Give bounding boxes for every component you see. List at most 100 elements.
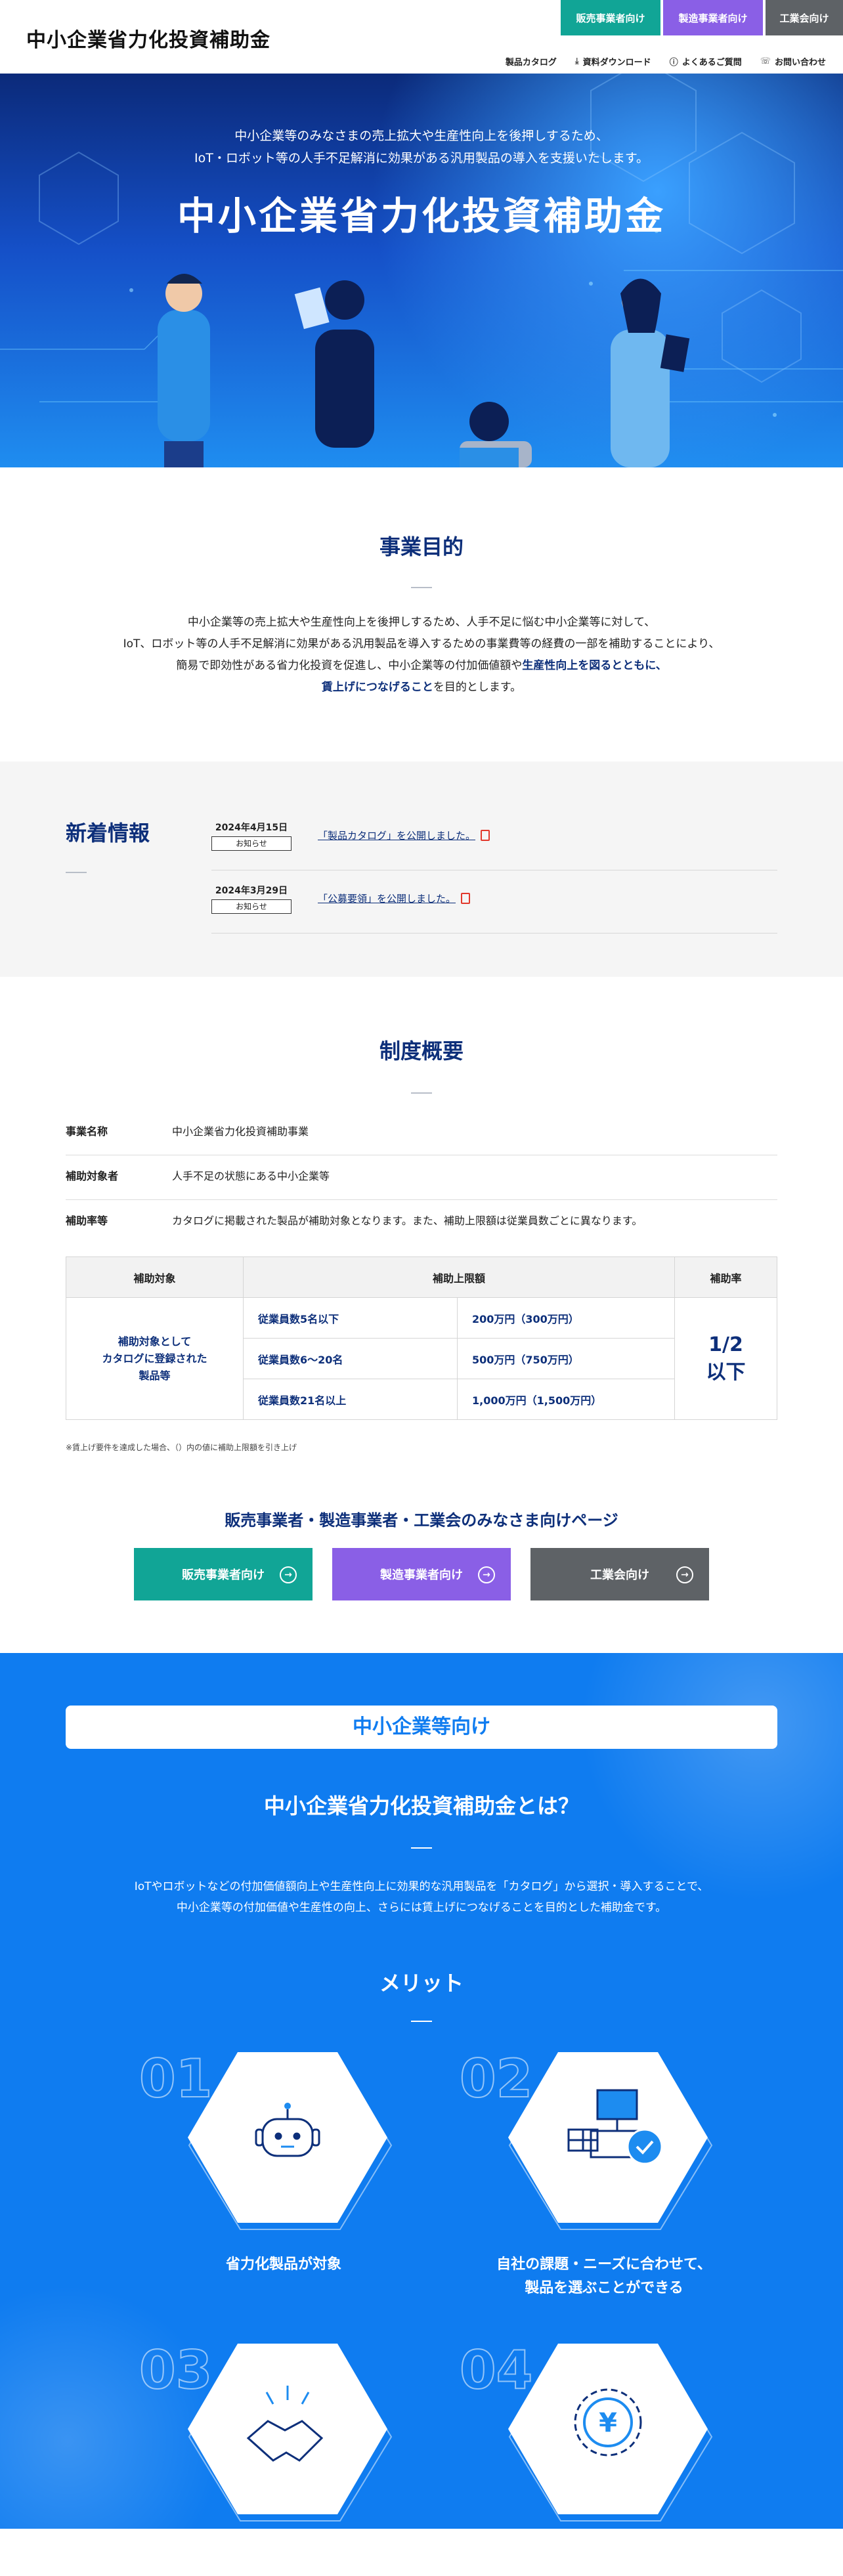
sme-pill-heading: 中小企業等向け	[66, 1706, 777, 1749]
target-line: 補助対象として	[118, 1335, 192, 1348]
subsidy-rate-cell: 1/2 以下	[674, 1297, 777, 1420]
question-circle-icon: ⓘ	[669, 58, 678, 68]
sme-description: IoTやロボットなどの付加価値額向上や生産性向上に効果的な汎用製品を「カタログ」…	[0, 1876, 843, 1918]
purpose-line: 中小企業等の売上拡大や生産性向上を後押しするため、人手不足に悩む中小企業等に対し…	[187, 616, 656, 629]
merit-card: 03	[139, 2339, 428, 2576]
target-line: 製品等	[139, 1369, 171, 1382]
merit-caption-line: 省力化製品が対象	[225, 2256, 341, 2273]
manufacturers-page-button[interactable]: 製造事業者向け →	[332, 1548, 511, 1600]
yen-icon: ¥	[574, 2388, 642, 2457]
arrow-right-icon: →	[676, 1566, 693, 1583]
overview-title: 制度概要	[379, 1039, 464, 1063]
sme-section: 中小企業等向け 中小企業省力化投資補助金とは？ IoTやロボットなどの付加価値額…	[0, 1653, 843, 2529]
title-divider	[66, 872, 87, 873]
tab-industry-associations[interactable]: 工業会向け	[766, 0, 843, 35]
rate-line: 1/2	[708, 1333, 743, 1356]
table-header: 補助上限額	[243, 1256, 675, 1298]
merit-caption-line: 製品を選ぶことができる	[525, 2280, 683, 2296]
hero-lead: 中小企業等のみなさまの売上拡大や生産性向上を後押しするため、 IoT・ロボット等…	[0, 125, 843, 169]
tab-sellers[interactable]: 販売事業者向け	[561, 0, 660, 35]
employee-count-cell: 従業員数21名以上	[243, 1379, 458, 1420]
merit-card: 01 省力化製品が対象	[139, 2048, 428, 2285]
table-header: 補助率	[674, 1256, 777, 1298]
overview-value: 中小企業省力化投資補助事業	[172, 1125, 309, 1138]
nav-product-catalog[interactable]: 製品カタログ	[506, 55, 557, 68]
target-line: カタログに登録された	[102, 1352, 207, 1365]
overview-key: 補助率等	[66, 1214, 108, 1227]
merit-caption-line: 自社の課題・ニーズに合わせて、	[496, 2256, 712, 2273]
employee-count-cell: 従業員数6〜20名	[243, 1338, 458, 1379]
site-header: 中小企業省力化投資補助金 販売事業者向け 製造事業者向け 工業会向け 製品カタロ…	[0, 0, 843, 74]
merit-caption: 省力化製品が対象	[139, 2253, 428, 2277]
purpose-emphasis: 賃上げにつなげること	[321, 681, 433, 694]
overview-key: 事業名称	[66, 1125, 108, 1138]
overview-value: カタログに掲載された製品が補助対象となります。また、補助上限額は従業員数ごとに異…	[172, 1214, 643, 1227]
limit-cell: 500万円（750万円）	[457, 1338, 675, 1379]
associations-page-button[interactable]: 工業会向け →	[530, 1548, 709, 1600]
news-date: 2024年3月29日	[215, 886, 288, 896]
phone-icon: ☏	[760, 56, 771, 66]
hero-banner: 中小企業等のみなさまの売上拡大や生産性向上を後押しするため、 IoT・ロボット等…	[0, 74, 843, 467]
title-divider	[411, 1847, 432, 1849]
news-link[interactable]: 「公募要領」を公開しました。	[318, 891, 471, 905]
nav-label: 製品カタログ	[505, 58, 557, 68]
nav-downloads[interactable]: ⤓ 資料ダウンロード	[575, 55, 651, 68]
sellers-page-button[interactable]: 販売事業者向け →	[134, 1548, 313, 1600]
audience-pages-title: 販売事業者・製造事業者・工業会のみなさま向けページ	[225, 1511, 618, 1530]
nav-label: 資料ダウンロード	[582, 58, 651, 68]
pdf-icon	[481, 830, 490, 841]
sme-description-line: IoTやロボットなどの付加価値額向上や生産性向上に効果的な汎用製品を「カタログ」…	[134, 1880, 709, 1893]
purpose-body: 中小企業等の売上拡大や生産性向上を後押しするため、人手不足に悩む中小企業等に対し…	[0, 612, 843, 698]
rate-line: 以下	[706, 1360, 746, 1384]
button-label: 販売事業者向け	[182, 1568, 265, 1582]
title-divider	[411, 1092, 432, 1094]
news-link[interactable]: 「製品カタログ」を公開しました。	[318, 828, 490, 842]
purpose-emphasis: 生産性向上を図るとともに、	[522, 659, 667, 672]
news-tag: お知らせ	[211, 899, 292, 914]
sub-navigation: 製品カタログ ⤓ 資料ダウンロード ⓘ よくあるご質問 ☏ お問い合わせ	[506, 55, 826, 68]
merit-card: 04 ¥	[459, 2339, 748, 2576]
news-link-text: 「製品カタログ」を公開しました。	[318, 830, 476, 842]
merit-title: メリット	[379, 1971, 464, 1996]
arrow-right-icon: →	[280, 1566, 297, 1583]
business-people-illustration	[158, 274, 690, 467]
hexagon-graphic	[188, 2052, 393, 2230]
table-header: 補助対象	[66, 1256, 244, 1298]
merit-card: 02 自社の課題・ニーズに合わせて、 製品を選ぶことができる	[459, 2048, 748, 2296]
news-tag: お知らせ	[211, 836, 292, 851]
purpose-title: 事業目的	[379, 534, 464, 559]
nav-faq[interactable]: ⓘ よくあるご質問	[670, 55, 742, 68]
hero-lead-line: 中小企業等のみなさまの売上拡大や生産性向上を後押しするため、	[234, 129, 609, 143]
subsidy-table: 補助対象 補助上限額 補助率 補助対象として カタログに登録された 製品等 従業…	[66, 1256, 777, 1420]
pdf-icon	[461, 893, 471, 904]
arrow-right-icon: →	[478, 1566, 495, 1583]
title-divider	[411, 587, 432, 588]
sme-title: 中小企業省力化投資補助金とは？	[263, 1793, 579, 1818]
button-label: 製造事業者向け	[380, 1568, 463, 1582]
hero-title: 中小企業省力化投資補助金	[177, 194, 666, 238]
news-item: 2024年3月29日 お知らせ 「公募要領」を公開しました。	[211, 870, 777, 934]
subsidy-target-cell: 補助対象として カタログに登録された 製品等	[66, 1297, 244, 1420]
site-logo[interactable]: 中小企業省力化投資補助金	[26, 24, 270, 53]
hexagon-graphic	[188, 2344, 393, 2522]
purpose-line: IoT、ロボット等の人手不足解消に効果がある汎用製品を導入するための事業費等の経…	[123, 637, 720, 651]
table-note: ※賃上げ要件を達成した場合、（）内の値に補助上限額を引き上げ	[66, 1443, 297, 1452]
audience-tabs: 販売事業者向け 製造事業者向け 工業会向け	[558, 0, 843, 35]
hero-lead-line: IoT・ロボット等の人手不足解消に効果がある汎用製品の導入を支援いたします。	[194, 151, 649, 165]
overview-row: 補助対象者 人手不足の状態にある中小企業等	[66, 1155, 777, 1200]
limit-cell: 1,000万円（1,500万円）	[457, 1379, 675, 1420]
overview-value: 人手不足の状態にある中小企業等	[172, 1170, 330, 1182]
purpose-line: 簡易で即効性がある省力化投資を促進し、中小企業等の付加価値額や	[176, 659, 523, 672]
overview-row: 補助率等 カタログに掲載された製品が補助対象となります。また、補助上限額は従業員…	[66, 1200, 777, 1245]
purpose-line: を目的とします。	[433, 681, 522, 694]
nav-contact[interactable]: ☏ お問い合わせ	[760, 55, 826, 68]
news-link-text: 「公募要領」を公開しました。	[318, 893, 456, 905]
svg-text:¥: ¥	[599, 2408, 617, 2438]
news-date: 2024年4月15日	[215, 823, 288, 833]
merit-caption: 自社の課題・ニーズに合わせて、 製品を選ぶことができる	[460, 2253, 748, 2300]
download-icon: ⤓	[574, 56, 579, 66]
overview-key: 補助対象者	[66, 1170, 119, 1182]
tab-manufacturers[interactable]: 製造事業者向け	[663, 0, 763, 35]
employee-count-cell: 従業員数5名以下	[243, 1297, 458, 1339]
news-section: 新着情報 2024年4月15日 お知らせ 「製品カタログ」を公開しました。 20…	[0, 762, 843, 977]
